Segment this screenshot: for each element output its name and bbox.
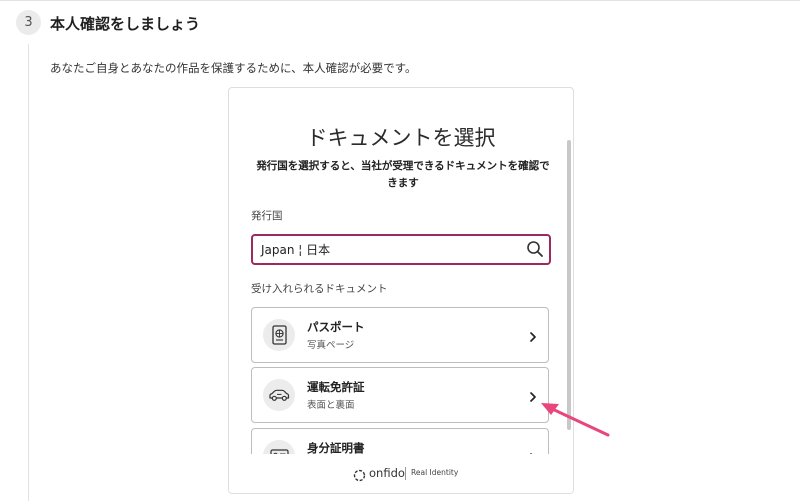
onfido-brand: onfido (369, 466, 405, 480)
widget-subtitle: 発行国を選択すると、当社が受理できるドキュメントを確認できます (256, 160, 550, 189)
document-option-sub: 写真ページ (307, 340, 355, 351)
footer-divider (405, 467, 406, 480)
document-option-sub: 表面と裏面 (307, 400, 355, 411)
step-title: 本人確認をしましょう (50, 15, 201, 33)
search-icon[interactable] (526, 240, 544, 262)
document-option-passport[interactable]: パスポート 写真ページ (251, 307, 549, 363)
document-option-name: 運転免許証 (307, 380, 365, 394)
step-description: あなたご自身とあなたの作品を保護するために、本人確認が必要です。 (50, 61, 417, 75)
country-input-value: Japan ¦ 日本 (261, 243, 331, 257)
document-select-widget: ドキュメントを選択 発行国を選択すると、当社が受理できるドキュメントを確認できま… (228, 87, 574, 494)
step-number-badge: 3 (16, 10, 41, 35)
car-icon (263, 379, 295, 411)
onfido-logo-icon (353, 467, 366, 486)
widget-footer: onfido Real Identity (229, 454, 573, 493)
scrollbar-thumb[interactable] (567, 140, 571, 430)
passport-icon (263, 319, 295, 351)
step-timeline-line (28, 44, 29, 501)
annotation-arrow-icon (541, 403, 610, 437)
accepted-documents-label: 受け入れられるドキュメント (251, 283, 388, 295)
document-option-name: パスポート (307, 320, 365, 334)
country-label: 発行国 (251, 210, 283, 222)
footer-tagline: Real Identity (411, 468, 459, 477)
country-search-input[interactable]: Japan ¦ 日本 (251, 234, 551, 265)
chevron-right-icon (528, 328, 538, 347)
top-divider (0, 0, 800, 1)
widget-title: ドキュメントを選択 (306, 126, 496, 150)
document-option-drivers-license[interactable]: 運転免許証 表面と裏面 (251, 367, 549, 423)
